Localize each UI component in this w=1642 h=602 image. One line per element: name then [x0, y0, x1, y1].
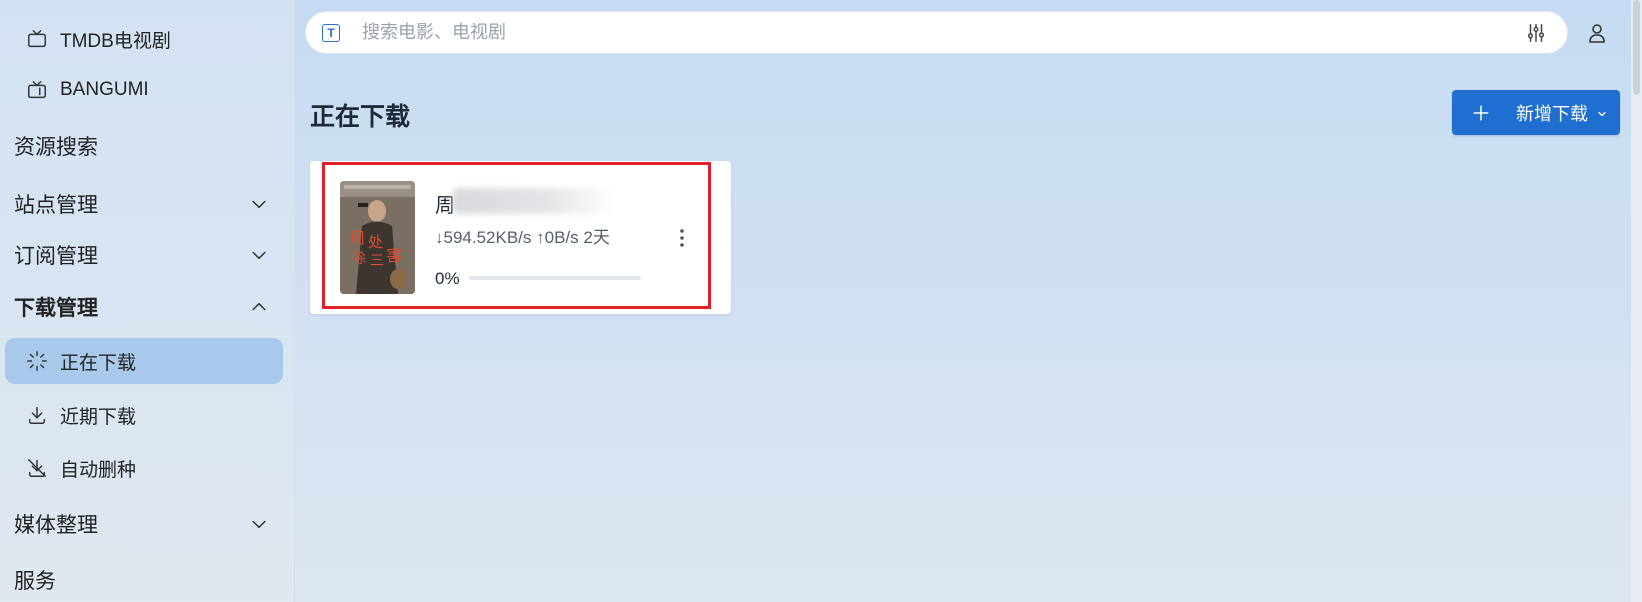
- svg-text:三: 三: [370, 253, 384, 269]
- search-input[interactable]: [360, 21, 1464, 44]
- download-off-icon: [26, 457, 48, 479]
- chevron-down-icon: [249, 194, 269, 214]
- sidebar-item-label: 下载管理: [14, 297, 98, 320]
- plus-icon: [1472, 104, 1490, 122]
- sidebar-item-label: TMDB电视剧: [60, 30, 171, 52]
- sliders-icon[interactable]: [1525, 22, 1547, 44]
- poster-image: 周 处 除 三 害: [340, 181, 415, 294]
- sidebar-item-label: 正在下载: [60, 352, 137, 374]
- sidebar-item-services[interactable]: 服务: [0, 557, 295, 602]
- sidebar-group-download-management[interactable]: 下载管理: [0, 284, 295, 330]
- sidebar-item-label: 媒体整理: [14, 514, 98, 537]
- redacted-title-blur: [453, 188, 613, 214]
- sidebar-item-label: 近期下载: [60, 406, 137, 428]
- add-download-label: 新增下载: [1516, 103, 1588, 124]
- page-title: 正在下载: [310, 103, 411, 131]
- sidebar-item-label: 资源搜索: [14, 136, 98, 159]
- sidebar-item-auto-delete[interactable]: 自动删种: [0, 445, 295, 491]
- sidebar-item-label: 站点管理: [14, 194, 98, 217]
- chevron-down-icon: [1596, 107, 1608, 119]
- sidebar-group-subscription-management[interactable]: 订阅管理: [0, 232, 295, 278]
- sidebar-item-label: 订阅管理: [14, 245, 98, 268]
- more-vertical-icon[interactable]: [672, 226, 692, 250]
- sidebar-item-label: BANGUMI: [60, 79, 149, 100]
- sidebar-item-downloading[interactable]: 正在下载: [5, 338, 283, 384]
- sidebar-group-site-management[interactable]: 站点管理: [0, 181, 295, 227]
- svg-text:除: 除: [352, 251, 366, 267]
- sidebar-group-media-organize[interactable]: 媒体整理: [0, 501, 295, 547]
- search-bar[interactable]: T: [305, 11, 1568, 54]
- user-icon[interactable]: [1585, 21, 1609, 45]
- tv-icon: [26, 28, 48, 50]
- chevron-down-icon: [249, 514, 269, 534]
- sidebar-item-label: 自动删种: [60, 459, 137, 481]
- download-speed: ↓594.52KB/s ↑0B/s 2天: [435, 228, 610, 247]
- chevron-down-icon: [249, 245, 269, 265]
- t-box-icon: T: [322, 23, 340, 42]
- sidebar: TMDB电视剧 BANGUMI 资源搜索 站点管理 订阅管理 下载管理 正在下载: [0, 0, 295, 602]
- download-percent: 0%: [435, 269, 460, 288]
- svg-text:害: 害: [386, 246, 402, 265]
- chevron-up-icon: [249, 297, 269, 317]
- sidebar-item-resource-search[interactable]: 资源搜索: [0, 123, 295, 169]
- download-title: 周: [435, 195, 455, 217]
- sidebar-item-tmdb-tv[interactable]: TMDB电视剧: [0, 16, 295, 62]
- svg-text:处: 处: [368, 233, 383, 251]
- download-icon: [26, 404, 48, 426]
- svg-text:周: 周: [350, 229, 365, 247]
- loader-icon: [26, 350, 48, 372]
- add-download-button[interactable]: 新增下载: [1452, 90, 1620, 135]
- sidebar-item-bangumi[interactable]: BANGUMI: [0, 67, 295, 113]
- scrollbar-thumb[interactable]: [1633, 0, 1640, 95]
- retro-tv-icon: [26, 79, 48, 101]
- sidebar-item-recent-downloads[interactable]: 近期下载: [0, 392, 295, 438]
- download-progress-bar: [469, 276, 641, 280]
- sidebar-item-label: 服务: [14, 570, 56, 593]
